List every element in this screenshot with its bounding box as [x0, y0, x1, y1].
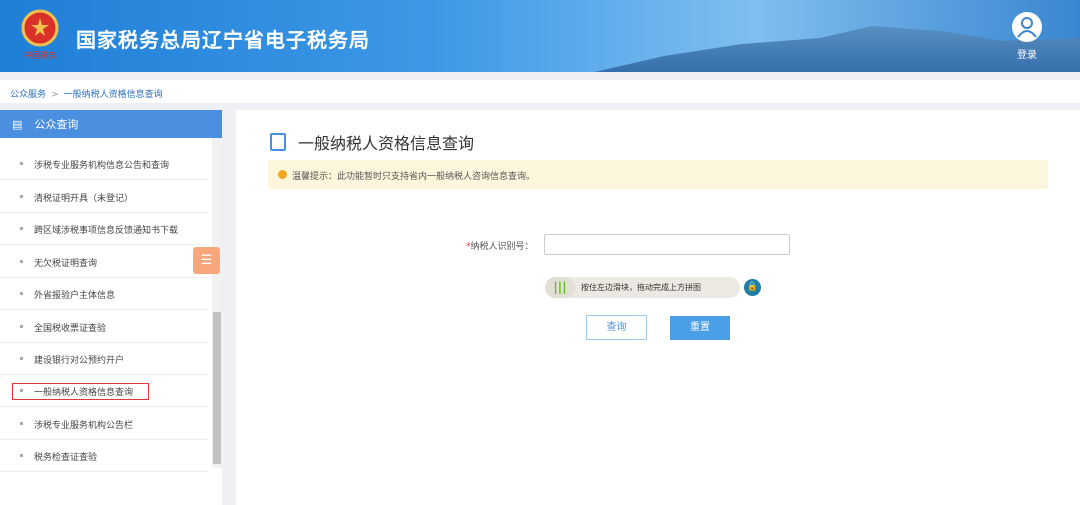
label-text: 纳税人识别号： [470, 242, 534, 252]
page-title: 一般纳税人资格信息查询 [270, 130, 474, 154]
tax-emblem-logo: 中国税务 [21, 9, 59, 60]
lock-icon: 🔒 [744, 279, 761, 296]
selection-highlight [12, 383, 149, 400]
sidebar-item[interactable]: 涉税专业服务机构信息公告和查询 [0, 148, 208, 180]
svg-text:中国税务: 中国税务 [24, 50, 56, 60]
breadcrumb-separator: > [51, 90, 59, 100]
breadcrumb-public-services[interactable]: 公众服务 [10, 90, 46, 100]
list-icon [270, 133, 286, 151]
sidebar-item[interactable]: 跨区域涉税事项信息反馈通知书下载 [0, 213, 208, 245]
great-wall-banner [560, 26, 1080, 72]
login-button[interactable]: 登录 [1010, 12, 1044, 61]
scrollbar-thumb[interactable] [213, 312, 221, 464]
breadcrumb: 公众服务 > 一般纳税人资格信息查询 [0, 80, 1080, 103]
taxpayer-id-input[interactable] [544, 234, 790, 255]
warning-icon [278, 170, 287, 179]
user-icon [1012, 12, 1042, 42]
slider-handle[interactable]: ||| [545, 277, 575, 298]
menu-toggle-icon[interactable]: ☰ [193, 247, 220, 274]
document-search-icon: ▤ [12, 117, 23, 131]
notice-text: 温馨提示：此功能暂时只支持省内一般纳税人咨询信息查询。 [292, 172, 536, 182]
login-label: 登录 [1017, 50, 1037, 61]
sidebar-header[interactable]: ▤ 公众查询 [0, 110, 222, 138]
site-title: 国家税务总局辽宁省电子税务局 [76, 28, 370, 52]
sidebar-item[interactable]: 涉税专业服务机构公告栏 [0, 408, 208, 440]
sidebar-item[interactable]: 外省报验户主体信息 [0, 278, 208, 310]
notice-banner: 温馨提示：此功能暂时只支持省内一般纳税人咨询信息查询。 [268, 160, 1048, 189]
sidebar-item[interactable]: 清税证明开具（未登记） [0, 181, 208, 213]
slider-captcha[interactable]: ||| 按住左边滑块，拖动完成上方拼图 [545, 277, 740, 298]
sidebar-item[interactable]: 全国税收票证查验 [0, 311, 208, 343]
sidebar-item[interactable]: 建设银行对公预约开户 [0, 343, 208, 375]
sidebar-title: 公众查询 [34, 118, 79, 131]
query-button[interactable]: 查询 [586, 315, 647, 340]
page-title-text: 一般纳税人资格信息查询 [298, 134, 475, 153]
reset-button[interactable]: 重置 [670, 316, 730, 340]
breadcrumb-current[interactable]: 一般纳税人资格信息查询 [64, 90, 163, 100]
sidebar-item[interactable]: 税务检查证查验 [0, 440, 208, 472]
sidebar-item[interactable]: 无欠税证明查询 [0, 246, 208, 278]
slider-hint: 按住左边滑块，拖动完成上方拼图 [581, 283, 701, 292]
taxpayer-id-label: *纳税人识别号： [466, 239, 534, 252]
site-header: 中国税务 国家税务总局辽宁省电子税务局 登录 [0, 0, 1080, 72]
main-panel: 一般纳税人资格信息查询 温馨提示：此功能暂时只支持省内一般纳税人咨询信息查询。 … [236, 110, 1080, 505]
